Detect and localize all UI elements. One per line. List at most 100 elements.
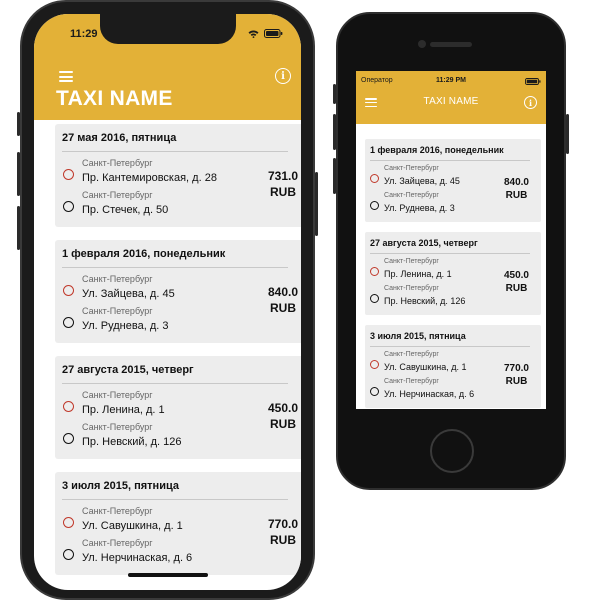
divider (62, 499, 288, 500)
dropoff-marker-icon (370, 387, 379, 396)
pickup-city: Санкт-Петербург (384, 351, 439, 358)
ride-card[interactable]: 27 мая 2016, пятница Санкт-Петербург Пр. К… (55, 124, 301, 227)
ride-price: 450.0 RUB (504, 269, 529, 295)
ride-date: 3 июля 2015, пятница (62, 480, 179, 492)
info-icon[interactable]: i (275, 68, 291, 84)
ride-price: 450.0 RUB (268, 400, 298, 432)
dropoff-address: Пр. Стечек, д. 50 (82, 204, 169, 216)
dropoff-address: Ул. Руднева, д. 3 (82, 320, 169, 332)
notch (100, 14, 236, 44)
pickup-marker-icon (63, 401, 74, 412)
app-screen: 11:29 i TAXI NAME 27 мая 2016, пятница С… (34, 14, 301, 590)
ride-card[interactable]: 3 июля 2015, пятница Санкт-Петербург Ул. С… (365, 325, 541, 408)
app-title: TAXI NAME (423, 96, 479, 107)
rides-list: 27 мая 2016, пятница Санкт-Петербург Пр. К… (55, 124, 301, 588)
price-amount: 770.0 (503, 363, 529, 374)
pickup-marker-icon (370, 174, 379, 183)
price-currency: RUB (269, 533, 296, 547)
rides-list: 1 февраля 2016, понедельник Санкт-Петербу… (365, 139, 541, 409)
ride-date: 1 февраля 2016, понедельник (62, 248, 226, 260)
dropoff-address: Ул. Нерчинаская, д. 6 (82, 552, 193, 564)
menu-icon[interactable] (59, 71, 73, 82)
price-currency: RUB (505, 190, 528, 201)
dropoff-marker-icon (370, 201, 379, 210)
dropoff-address: Пр. Невский, д. 126 (82, 436, 182, 448)
dropoff-stop: Санкт-Петербург Пр. Стечек, д. 50 (62, 190, 301, 222)
divider (370, 160, 530, 161)
price-currency: RUB (269, 417, 296, 431)
dropoff-address: Пр. Невский, д. 126 (384, 296, 466, 306)
price-amount: 840.0 (503, 177, 529, 188)
battery-icon (264, 29, 283, 38)
ride-card[interactable]: 3 июля 2015, пятница Санкт-Петербург Ул. С… (55, 472, 301, 575)
price-amount: 770.0 (267, 517, 298, 531)
status-time: 11:29 PM (436, 77, 466, 84)
dropoff-stop: Санкт-Петербург Ул. Нерчинаская, д. 6 (62, 538, 301, 570)
info-icon[interactable]: i (524, 96, 537, 109)
power-button (566, 114, 569, 154)
dropoff-marker-icon (63, 317, 74, 328)
dropoff-stop: Санкт-Петербург Пр. Невский, д. 126 (62, 422, 301, 454)
price-currency: RUB (505, 283, 528, 294)
volume-down-button (333, 158, 336, 194)
ride-card[interactable]: 1 февраля 2016, понедельник Санкт-Петербу… (55, 240, 301, 343)
ride-card[interactable]: 1 февраля 2016, понедельник Санкт-Петербу… (365, 139, 541, 222)
pickup-stop: Санкт-Петербург Пр. Кантемировская, д. 28 (62, 158, 301, 190)
pickup-city: Санкт-Петербург (384, 165, 439, 172)
price-amount: 731.0 (267, 169, 298, 183)
ride-price: 840.0 RUB (268, 284, 298, 316)
pickup-marker-icon (370, 267, 379, 276)
dropoff-marker-icon (63, 549, 74, 560)
ride-date: 27 августа 2015, четверг (62, 364, 194, 376)
pickup-stop: Санкт-Петербург Пр. Ленина, д. 1 (62, 390, 301, 422)
pickup-marker-icon (63, 517, 74, 528)
ride-date: 27 августа 2015, четверг (370, 238, 478, 248)
ride-date: 27 мая 2016, пятница (62, 132, 177, 144)
pickup-marker-icon (63, 169, 74, 180)
ride-card[interactable]: 27 августа 2015, четверг Санкт-Петербург П… (55, 356, 301, 459)
status-time: 11:29 (70, 28, 98, 40)
ride-price: 840.0 RUB (504, 176, 529, 202)
dropoff-address: Ул. Руднева, д. 3 (384, 203, 455, 213)
ride-price: 731.0 RUB (268, 168, 298, 200)
front-camera (418, 40, 426, 48)
ride-price: 770.0 RUB (268, 516, 298, 548)
dropoff-stop: Санкт-Петербург Ул. Руднева, д. 3 (62, 306, 301, 338)
dropoff-marker-icon (370, 294, 379, 303)
price-currency: RUB (505, 376, 528, 387)
app-screen: Оператор 11:29 PM TAXI NAME i 1 февраля … (356, 71, 546, 409)
dropoff-marker-icon (63, 433, 74, 444)
divider (370, 253, 530, 254)
pickup-stop: Санкт-Петербург Ул. Савушкина, д. 1 (62, 506, 301, 538)
ride-date: 1 февраля 2016, понедельник (370, 145, 504, 155)
wifi-icon (248, 29, 259, 38)
mute-switch (17, 112, 20, 136)
ride-card[interactable]: 27 августа 2015, четверг Санкт-Петербург П… (365, 232, 541, 315)
divider (370, 346, 530, 347)
volume-up-button (17, 152, 20, 196)
home-indicator (128, 573, 208, 577)
dropoff-address: Ул. Нерчинаская, д. 6 (384, 389, 475, 399)
price-amount: 450.0 (503, 270, 529, 281)
earpiece-speaker (430, 42, 472, 47)
price-amount: 840.0 (267, 285, 298, 299)
pickup-marker-icon (370, 360, 379, 369)
mute-switch (333, 84, 336, 104)
price-currency: RUB (269, 301, 296, 315)
divider (62, 383, 288, 384)
battery-icon (525, 78, 541, 85)
pickup-stop: Санкт-Петербург Ул. Зайцева, д. 45 (62, 274, 301, 306)
app-header: Оператор 11:29 PM TAXI NAME i (356, 71, 546, 124)
status-bar: Оператор 11:29 PM (356, 77, 546, 89)
volume-down-button (17, 206, 20, 250)
app-title: TAXI NAME (56, 87, 173, 110)
price-currency: RUB (269, 185, 296, 199)
home-button[interactable] (430, 429, 474, 473)
pickup-city: Санкт-Петербург (384, 258, 439, 265)
pickup-marker-icon (63, 285, 74, 296)
ride-date: 3 июля 2015, пятница (370, 331, 466, 341)
divider (62, 267, 288, 268)
dropoff-marker-icon (63, 201, 74, 212)
volume-up-button (333, 114, 336, 150)
price-amount: 450.0 (267, 401, 298, 415)
